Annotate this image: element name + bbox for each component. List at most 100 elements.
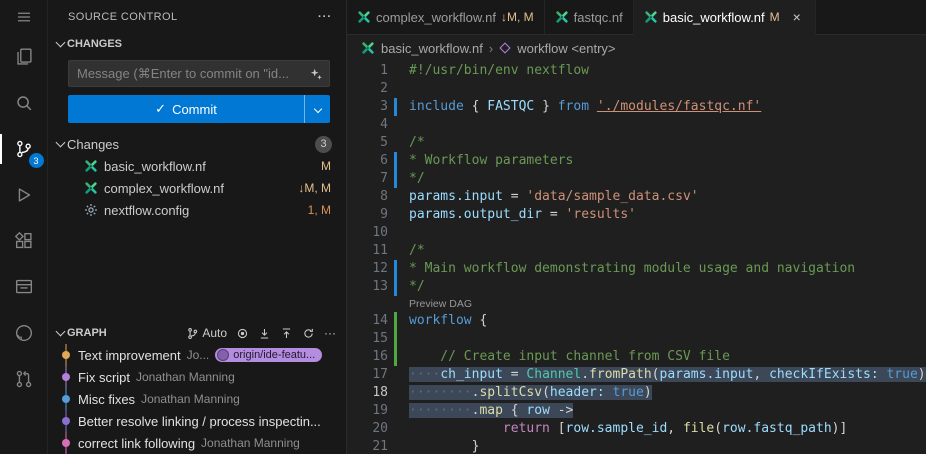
line-number[interactable]: 8 xyxy=(347,188,388,206)
line-number[interactable]: 3 xyxy=(347,98,388,116)
code-content[interactable]: include { FASTQC } from './modules/fastq… xyxy=(403,98,926,116)
code-content[interactable]: #!/usr/bin/env nextflow xyxy=(403,62,926,80)
code-content[interactable]: // Create input channel from CSV file xyxy=(403,348,926,366)
code-content[interactable]: * Main workflow demonstrating module usa… xyxy=(403,260,926,278)
code-content[interactable]: /* xyxy=(403,242,926,260)
line-number[interactable]: 11 xyxy=(347,242,388,260)
line-number[interactable]: 17 xyxy=(347,366,388,384)
code-line: 13 */ xyxy=(347,278,926,296)
tab-fastqc.nf[interactable]: fastqc.nf xyxy=(545,0,634,35)
code-content[interactable]: /* xyxy=(403,134,926,152)
line-number[interactable]: 20 xyxy=(347,420,388,438)
file-status: M xyxy=(321,159,331,173)
commit-message: correct link following xyxy=(78,436,195,451)
commit-row[interactable]: Fix scriptJonathan Manning xyxy=(48,366,346,388)
file-row-complex_workflow.nf[interactable]: complex_workflow.nf↓M, M xyxy=(48,177,346,199)
explorer-icon[interactable] xyxy=(0,34,48,80)
line-number[interactable]: 13 xyxy=(347,278,388,296)
commit-button-main[interactable]: ✓ Commit xyxy=(68,95,304,123)
code-content[interactable]: params.input = 'data/sample_data.csv' xyxy=(403,188,926,206)
code-area[interactable]: 1 #!/usr/bin/env nextflow 23 include { FAST… xyxy=(347,61,926,454)
code-content[interactable]: ····ch_input = Channel.fromPath(params.i… xyxy=(403,366,926,384)
run-debug-icon[interactable] xyxy=(0,172,48,218)
line-number[interactable]: 19 xyxy=(347,402,388,420)
push-icon[interactable] xyxy=(280,327,293,340)
tab-complex_workflow.nf[interactable]: complex_workflow.nf↓M, M xyxy=(347,0,545,35)
line-number[interactable]: 2 xyxy=(347,80,388,98)
line-number[interactable]: 18 xyxy=(347,384,388,402)
line-number[interactable]: 15 xyxy=(347,330,388,348)
code-content[interactable]: ········.splitCsv(header: true) xyxy=(403,384,926,402)
file-row-basic_workflow.nf[interactable]: basic_workflow.nfM xyxy=(48,155,346,177)
commit-author: Jonathan Manning xyxy=(141,392,240,406)
pull-request-icon[interactable] xyxy=(0,356,48,402)
auto-button[interactable]: Auto xyxy=(186,326,227,340)
codelens-row: Preview DAG xyxy=(347,296,926,312)
code-content[interactable] xyxy=(403,116,926,134)
module-link[interactable]: './modules/fastqc.nf' xyxy=(597,99,761,114)
code-token: from xyxy=(558,99,597,114)
code-line: 17 ····ch_input = Channel.fromPath(params… xyxy=(347,366,926,384)
line-number[interactable]: 12 xyxy=(347,260,388,278)
target-icon[interactable] xyxy=(236,327,249,340)
code-token: include xyxy=(409,99,472,114)
code-token: row.sample_id xyxy=(566,421,668,436)
code-content[interactable] xyxy=(403,330,926,348)
refresh-icon[interactable] xyxy=(302,327,315,340)
line-number[interactable]: 16 xyxy=(347,348,388,366)
commit-button[interactable]: ✓ Commit xyxy=(68,95,330,123)
menu-icon[interactable] xyxy=(0,0,48,34)
code-token: )] xyxy=(832,421,848,436)
codelens-preview-dag[interactable]: Preview DAG xyxy=(403,296,472,312)
source-control-sidebar: SOURCE CONTROL ··· CHANGES ✓ Commit Chan… xyxy=(48,0,347,454)
code-content[interactable] xyxy=(403,224,926,242)
changes-count-badge: 3 xyxy=(315,136,332,153)
graph-section-header[interactable]: GRAPH Auto ··· xyxy=(48,322,346,344)
tab-basic_workflow.nf[interactable]: basic_workflow.nfM× xyxy=(634,0,816,35)
changes-section-header[interactable]: CHANGES xyxy=(48,34,346,54)
line-number[interactable]: 6 xyxy=(347,152,388,170)
line-number[interactable]: 5 xyxy=(347,134,388,152)
changes-tree-header[interactable]: Changes 3 xyxy=(48,133,346,155)
close-icon[interactable]: × xyxy=(789,9,805,25)
line-number[interactable]: 10 xyxy=(347,224,388,242)
commit-row[interactable]: Better resolve linking / process inspect… xyxy=(48,410,346,432)
file-row-nextflow.config[interactable]: nextflow.config1, M xyxy=(48,199,346,221)
commit-message-input[interactable] xyxy=(77,66,309,81)
code-content[interactable]: workflow { xyxy=(403,312,926,330)
graph-more-icon[interactable]: ··· xyxy=(324,326,336,340)
code-content[interactable]: ········.map { row -> xyxy=(403,402,926,420)
github-icon[interactable] xyxy=(0,310,48,356)
commit-message: Misc fixes xyxy=(78,392,135,407)
line-number[interactable]: 1 xyxy=(347,62,388,80)
fetch-icon[interactable] xyxy=(258,327,271,340)
code-content[interactable]: */ xyxy=(403,278,926,296)
remote-explorer-icon[interactable] xyxy=(0,264,48,310)
commit-row[interactable]: Text improvementJo...origin/ide-featu... xyxy=(48,344,346,366)
sparkle-icon[interactable] xyxy=(309,67,323,81)
commit-graph-dot xyxy=(60,410,72,432)
source-control-icon[interactable]: 3 xyxy=(0,126,48,172)
line-number[interactable]: 14 xyxy=(347,312,388,330)
code-content[interactable]: */ xyxy=(403,170,926,188)
code-content[interactable]: params.output_dir = 'results' xyxy=(403,206,926,224)
commit-row[interactable]: Misc fixes Jonathan Manning xyxy=(48,388,346,410)
breadcrumb-symbol[interactable]: workflow <entry> xyxy=(517,41,615,56)
commit-dropdown-button[interactable] xyxy=(304,95,330,123)
commit-row[interactable]: correct link followingJonathan Manning xyxy=(48,432,346,454)
sidebar-more-icon[interactable]: ··· xyxy=(318,11,332,23)
code-token: FASTQC xyxy=(487,99,534,114)
line-number[interactable]: 21 xyxy=(347,438,388,454)
code-content[interactable]: } xyxy=(403,438,926,454)
line-number[interactable]: 7 xyxy=(347,170,388,188)
commit-graph-dot xyxy=(60,432,72,454)
search-icon[interactable] xyxy=(0,80,48,126)
code-content[interactable]: return [row.sample_id, file(row.fastq_pa… xyxy=(403,420,926,438)
line-number[interactable]: 9 xyxy=(347,206,388,224)
code-content[interactable] xyxy=(403,80,926,98)
code-content[interactable]: * Workflow parameters xyxy=(403,152,926,170)
extensions-icon[interactable] xyxy=(0,218,48,264)
branch-badge[interactable]: origin/ide-featu... xyxy=(215,348,322,362)
breadcrumb-file[interactable]: basic_workflow.nf xyxy=(381,41,483,56)
line-number[interactable]: 4 xyxy=(347,116,388,134)
